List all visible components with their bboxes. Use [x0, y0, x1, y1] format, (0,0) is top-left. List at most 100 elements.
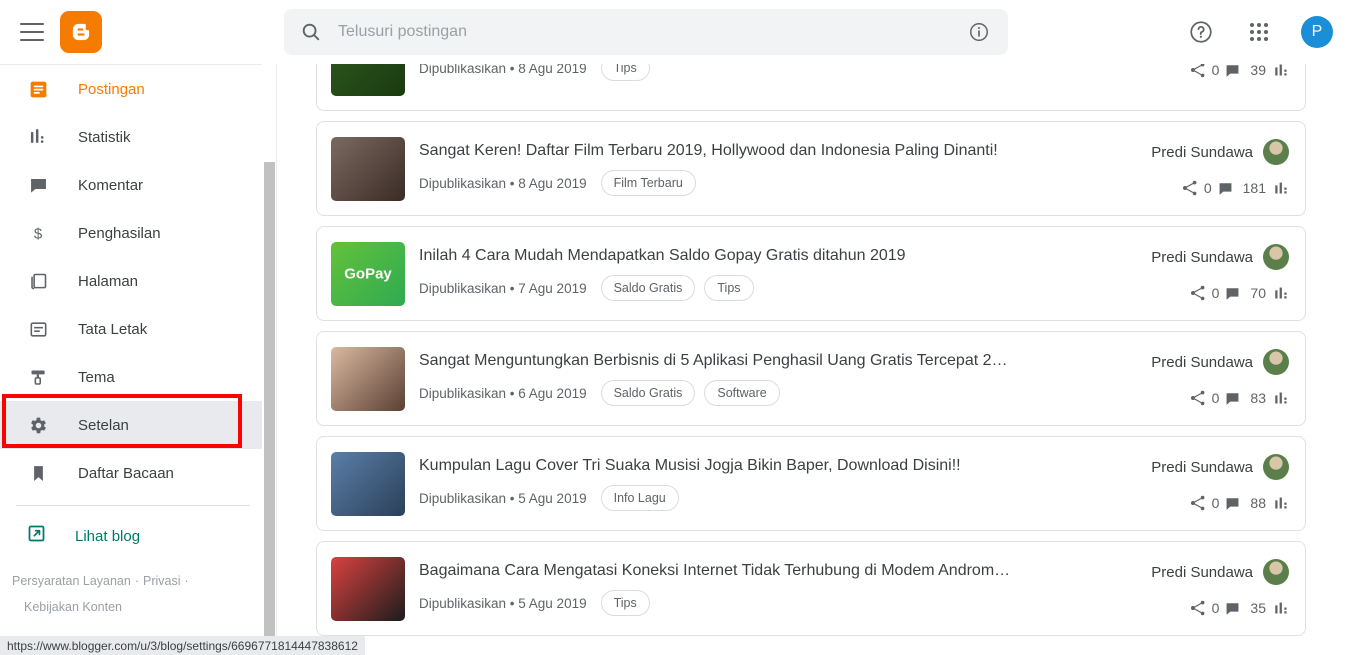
terms-of-service-link[interactable]: Persyaratan Layanan: [12, 574, 131, 588]
post-main: Sangat Menguntungkan Berbisnis di 5 Apli…: [405, 351, 1101, 406]
info-icon[interactable]: [950, 21, 1008, 43]
sidebar-item-penghasilan[interactable]: $ Penghasilan: [0, 209, 266, 257]
sidebar-item-label: Setelan: [78, 416, 129, 434]
author-avatar: [1263, 349, 1289, 375]
post-row[interactable]: Sangat Menguntungkan Berbisnis di 5 Apli…: [316, 331, 1306, 426]
search-bar[interactable]: [284, 9, 1008, 55]
search-input[interactable]: [338, 23, 950, 41]
post-thumbnail[interactable]: [331, 556, 405, 621]
post-list-panel: Dipublikasikan • 8 Agu 2019 Tips 0 39 Sangat…: [277, 64, 1349, 655]
post-tag[interactable]: Tips: [600, 64, 650, 81]
sidebar-item-komentar[interactable]: Komentar: [0, 161, 266, 209]
post-row[interactable]: Dipublikasikan • 8 Agu 2019 Tips 0 39: [316, 64, 1306, 111]
post-row[interactable]: Sangat Keren! Daftar Film Terbaru 2019, …: [316, 121, 1306, 216]
apps-grid-icon[interactable]: [1243, 16, 1275, 48]
post-meta: Dipublikasikan • 8 Agu 2019 Tips: [419, 64, 1101, 81]
post-thumbnail[interactable]: [331, 451, 405, 516]
post-stats: 0 181: [1176, 178, 1289, 198]
stats-bars-icon: [26, 125, 50, 149]
blogger-logo-icon[interactable]: [60, 11, 102, 53]
sidebar-item-label: Statistik: [78, 128, 131, 146]
view-count: 181: [1242, 180, 1266, 196]
post-tag[interactable]: Tips: [704, 275, 754, 301]
post-title[interactable]: Kumpulan Lagu Cover Tri Suaka Musisi Jog…: [419, 456, 1101, 476]
sidebar-scrollbar-thumb[interactable]: [264, 162, 275, 645]
stats-chart-icon[interactable]: [1274, 601, 1289, 616]
post-stats: 0 35: [1184, 598, 1289, 618]
post-thumbnail[interactable]: [331, 64, 405, 96]
stats-chart-icon[interactable]: [1274, 64, 1289, 78]
post-right: Predi Sundawa 0 35: [1101, 559, 1291, 618]
post-title[interactable]: Inilah 4 Cara Mudah Mendapatkan Saldo Go…: [419, 246, 1101, 266]
share-icon[interactable]: [1184, 64, 1212, 80]
author-avatar: [1263, 454, 1289, 480]
sidebar-item-tema[interactable]: Tema: [0, 353, 266, 401]
post-author: Predi Sundawa: [1151, 139, 1289, 165]
gear-icon: [26, 413, 50, 437]
post-tags: Saldo Gratis Tips: [600, 275, 754, 301]
post-thumbnail[interactable]: [331, 136, 405, 201]
sidebar-item-daftar-bacaan[interactable]: Daftar Bacaan: [0, 449, 266, 497]
post-tag[interactable]: Info Lagu: [600, 485, 679, 511]
post-thumbnail[interactable]: GoPay: [331, 241, 405, 306]
stats-chart-icon[interactable]: [1274, 286, 1289, 301]
post-thumbnail[interactable]: [331, 346, 405, 411]
browser-status-bar: https://www.blogger.com/u/3/blog/setting…: [0, 636, 365, 655]
share-icon[interactable]: [1176, 178, 1204, 198]
post-title[interactable]: Bagaimana Cara Mengatasi Koneksi Interne…: [419, 561, 1101, 581]
share-icon[interactable]: [1184, 388, 1212, 408]
stats-chart-icon[interactable]: [1274, 181, 1289, 196]
help-icon[interactable]: [1185, 16, 1217, 48]
post-row[interactable]: Bagaimana Cara Mengatasi Koneksi Interne…: [316, 541, 1306, 636]
post-row[interactable]: Kumpulan Lagu Cover Tri Suaka Musisi Jog…: [316, 436, 1306, 531]
sidebar-item-label: Daftar Bacaan: [78, 464, 174, 482]
sidebar-item-postingan[interactable]: Postingan: [0, 65, 266, 113]
view-blog-link[interactable]: Lihat blog: [0, 514, 266, 558]
post-right: 0 39: [1101, 64, 1291, 80]
comment-icon: [1225, 286, 1240, 301]
post-tag[interactable]: Film Terbaru: [600, 170, 696, 196]
post-tag[interactable]: Software: [704, 380, 780, 406]
post-title[interactable]: Sangat Menguntungkan Berbisnis di 5 Apli…: [419, 351, 1101, 371]
post-tag[interactable]: Saldo Gratis: [600, 275, 696, 301]
content-policy-link[interactable]: Kebijakan Konten: [24, 600, 122, 614]
hamburger-menu-icon[interactable]: [20, 23, 44, 41]
share-icon[interactable]: [1184, 598, 1212, 618]
post-tags: Tips: [600, 64, 650, 81]
sidebar-item-halaman[interactable]: Halaman: [0, 257, 266, 305]
post-tag[interactable]: Tips: [600, 590, 650, 616]
share-count: 0: [1211, 600, 1220, 616]
post-stats: 0 70: [1184, 283, 1289, 303]
share-icon[interactable]: [1184, 493, 1212, 513]
post-title[interactable]: Sangat Keren! Daftar Film Terbaru 2019, …: [419, 141, 1101, 161]
author-name: Predi Sundawa: [1151, 563, 1253, 581]
post-meta: Dipublikasikan • 7 Agu 2019 Saldo Gratis T…: [419, 275, 1101, 301]
stats-chart-icon[interactable]: [1274, 391, 1289, 406]
sidebar-item-statistik[interactable]: Statistik: [0, 113, 266, 161]
post-right: Predi Sundawa 0 181: [1101, 139, 1291, 198]
search-icon: [284, 21, 338, 43]
sidebar-item-setelan[interactable]: Setelan: [0, 401, 266, 449]
post-meta: Dipublikasikan • 8 Agu 2019 Film Terbaru: [419, 170, 1101, 196]
account-avatar[interactable]: P: [1301, 16, 1333, 48]
post-author: Predi Sundawa: [1151, 454, 1289, 480]
post-status-date: Dipublikasikan • 5 Agu 2019: [419, 595, 587, 611]
post-tag[interactable]: Saldo Gratis: [600, 380, 696, 406]
legal-separator: ·: [184, 574, 189, 588]
post-meta: Dipublikasikan • 6 Agu 2019 Saldo Gratis S…: [419, 380, 1101, 406]
post-row[interactable]: GoPay Inilah 4 Cara Mudah Mendapatkan Sal…: [316, 226, 1306, 321]
share-count: 0: [1211, 285, 1220, 301]
share-icon[interactable]: [1184, 283, 1212, 303]
stats-chart-icon[interactable]: [1274, 496, 1289, 511]
post-status-date: Dipublikasikan • 8 Agu 2019: [419, 175, 587, 191]
post-main: Sangat Keren! Daftar Film Terbaru 2019, …: [405, 141, 1101, 196]
pages-icon: [26, 269, 50, 293]
privacy-link[interactable]: Privasi: [143, 574, 181, 588]
post-right: Predi Sundawa 0 70: [1101, 244, 1291, 303]
post-author: Predi Sundawa: [1151, 244, 1289, 270]
view-count: 88: [1250, 495, 1266, 511]
sidebar-item-tata-letak[interactable]: Tata Letak: [0, 305, 266, 353]
post-stats: 0 39: [1184, 64, 1289, 80]
sidebar-item-label: Komentar: [78, 176, 144, 194]
view-count: 70: [1250, 285, 1266, 301]
